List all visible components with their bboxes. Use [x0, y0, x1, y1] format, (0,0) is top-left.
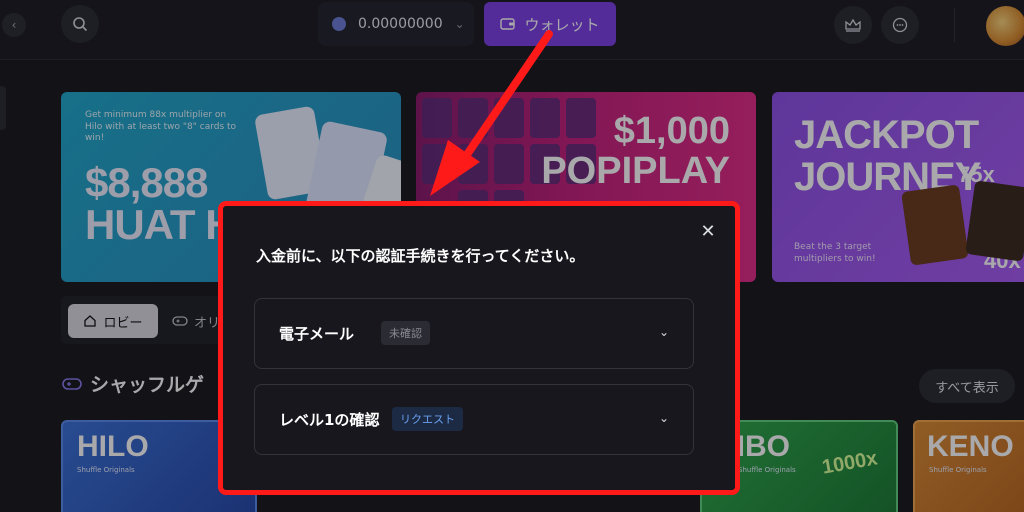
close-button[interactable]: ✕: [698, 220, 718, 242]
chevron-down-icon: ⌄: [658, 411, 669, 425]
accordion-label: 電子メール: [279, 325, 355, 343]
accordion-level1[interactable]: レベル1の確認 リクエスト ⌄: [254, 384, 694, 455]
accordion-email[interactable]: 電子メール 未確認 ⌄: [254, 298, 694, 369]
close-icon: ✕: [700, 220, 716, 242]
modal-title: 入金前に、以下の認証手続きを行ってください。: [256, 247, 585, 265]
chevron-down-icon: ⌄: [658, 325, 669, 339]
status-badge: リクエスト: [392, 407, 463, 431]
status-badge: 未確認: [381, 321, 430, 345]
accordion-label: レベル1の確認: [279, 411, 380, 429]
